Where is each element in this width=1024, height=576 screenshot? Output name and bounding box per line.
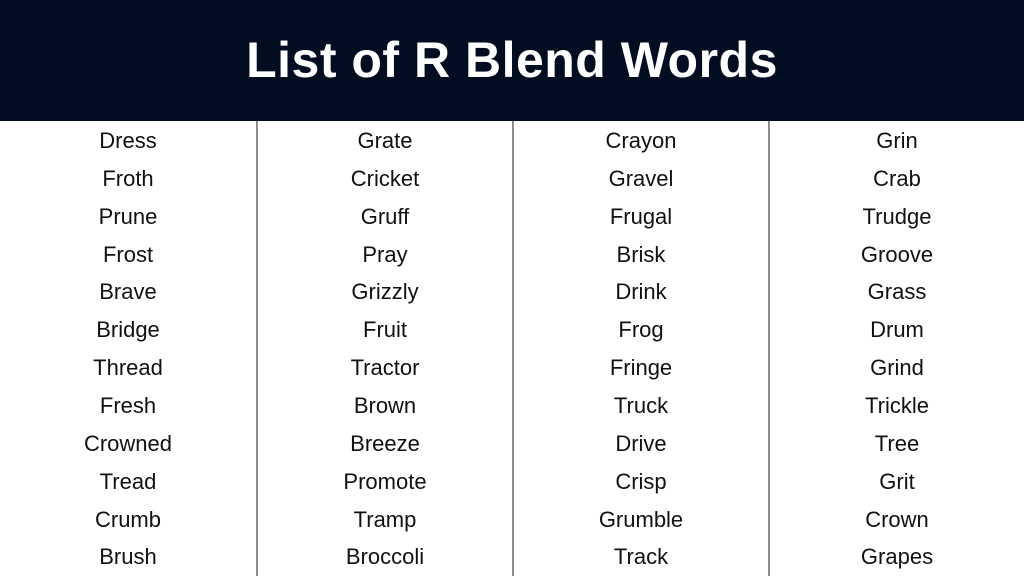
word-cell: Crown [865, 506, 929, 532]
word-cell: Brave [99, 279, 157, 305]
word-cell: Crowned [83, 430, 173, 456]
word-cell: Grizzly [351, 279, 419, 305]
word-cell: Cricket [350, 165, 420, 191]
word-cell: Thread [93, 355, 163, 381]
word-cell: Brisk [616, 241, 666, 267]
word-cell: Froth [102, 165, 154, 191]
word-cell: Promote [343, 468, 427, 494]
word-cell: Bridge [96, 317, 160, 343]
page-title: List of R Blend Words [246, 31, 778, 88]
word-cell: Brown [353, 392, 417, 418]
word-cell: Gruff [360, 203, 410, 229]
word-column-2: Grate Cricket Gruff Pray Grizzly Fruit Tractor… [256, 121, 512, 576]
word-table: Dress Froth Prune Frost Brave Bridge Thread Fre… [0, 121, 1024, 576]
word-cell: Gravel [608, 165, 674, 191]
word-cell: Crab [873, 165, 921, 191]
word-column-4: Grin Crab Trudge Groove Grass Drum Grind Trickl… [768, 121, 1024, 576]
title-banner: List of R Blend Words [0, 0, 1024, 121]
word-cell: Grate [357, 128, 413, 153]
word-cell: Trickle [865, 392, 929, 418]
word-cell: Grit [879, 468, 915, 494]
word-cell: Fruit [363, 317, 407, 343]
word-cell: Crisp [615, 468, 667, 494]
word-cell: Drive [615, 430, 667, 456]
word-cell: Breeze [350, 430, 420, 456]
word-cell: Fringe [609, 355, 673, 381]
word-cell: Tree [874, 430, 920, 456]
word-cell: Trudge [862, 203, 932, 229]
word-column-3: Crayon Gravel Frugal Brisk Drink Frog Fringe Tr… [512, 121, 768, 576]
word-cell: Grass [867, 279, 927, 305]
word-cell: Dress [99, 128, 157, 153]
word-cell: Tramp [353, 506, 417, 532]
word-cell: Track [613, 544, 669, 570]
word-cell: Groove [860, 241, 934, 267]
word-cell: Prune [98, 203, 158, 229]
word-cell: Frost [102, 241, 154, 267]
word-cell: Brush [99, 544, 157, 570]
word-cell: Drum [870, 317, 924, 343]
word-cell: Truck [613, 392, 669, 418]
word-cell: Tractor [350, 355, 420, 381]
word-cell: Frog [618, 317, 664, 343]
word-cell: Broccoli [345, 544, 425, 570]
word-cell: Grumble [598, 506, 684, 532]
word-cell: Grin [876, 128, 918, 153]
word-cell: Tread [99, 468, 157, 494]
word-cell: Grind [870, 355, 924, 381]
word-cell: Drink [615, 279, 667, 305]
word-column-1: Dress Froth Prune Frost Brave Bridge Thread Fre… [0, 121, 256, 576]
word-cell: Crumb [94, 506, 161, 532]
word-cell: Crayon [605, 128, 677, 153]
word-cell: Grapes [860, 544, 934, 570]
word-cell: Pray [362, 241, 408, 267]
word-cell: Fresh [99, 392, 157, 418]
word-cell: Frugal [609, 203, 673, 229]
